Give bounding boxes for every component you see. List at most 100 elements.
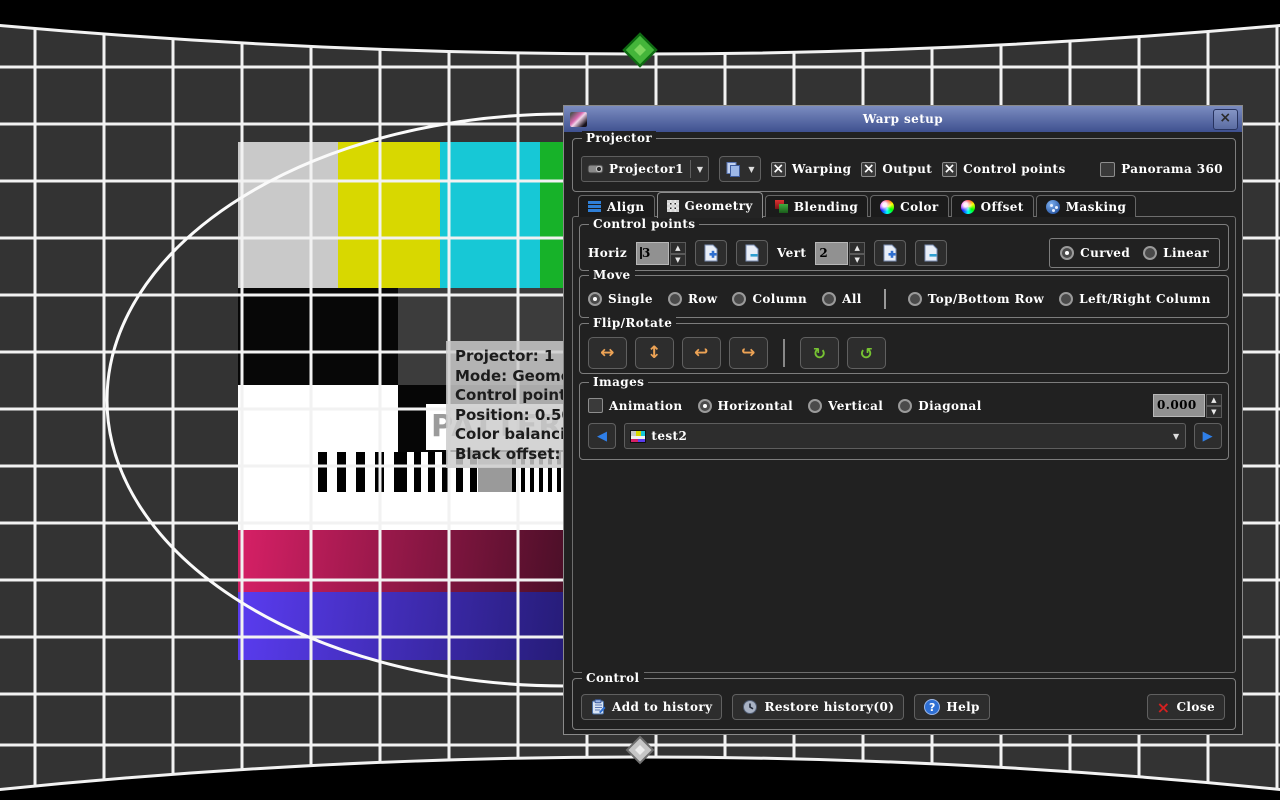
vert-value[interactable]: 2 — [815, 242, 848, 265]
horiz-spinner[interactable]: 3 ▲ ▼ — [636, 242, 686, 265]
rotate-right-button[interactable]: ↪ — [729, 337, 768, 369]
osd-line: Position: 0.500 — [455, 406, 572, 426]
add-to-history-icon — [591, 699, 606, 716]
add-page-icon — [703, 244, 719, 262]
previous-image-button[interactable]: ◀ — [588, 423, 616, 449]
move-left-right-column-radio[interactable]: Left/Right Column — [1059, 292, 1211, 306]
previous-icon: ◀ — [597, 429, 607, 444]
close-icon: × — [1157, 698, 1171, 717]
tab-geometry[interactable]: Geometry — [657, 192, 763, 218]
title-bar[interactable]: Warp setup × — [564, 106, 1242, 132]
control-points-checkbox[interactable]: × Control points — [942, 162, 1065, 177]
linear-radio[interactable]: Linear — [1143, 246, 1209, 260]
offset-wheel-icon — [961, 200, 975, 214]
close-label: Close — [1176, 700, 1215, 714]
tab-blending[interactable]: Blending — [765, 195, 868, 217]
divider — [884, 289, 886, 309]
tab-color[interactable]: Color — [870, 195, 948, 217]
flip-vertical-icon: ↕ — [647, 343, 662, 363]
help-label: Help — [946, 700, 980, 714]
animation-speed-spinner[interactable]: 0.000 ▲ ▼ — [1153, 394, 1222, 417]
move-top-bottom-row-radio[interactable]: Top/Bottom Row — [908, 292, 1044, 306]
rotate-cw-icon: ↻ — [813, 344, 827, 363]
tab-masking[interactable]: Masking — [1036, 195, 1137, 217]
warping-label: Warping — [792, 162, 851, 176]
linear-label: Linear — [1163, 246, 1209, 260]
help-button[interactable]: ? Help — [914, 694, 990, 720]
tab-label: Geometry — [685, 199, 753, 213]
add-horiz-points-button[interactable] — [695, 240, 727, 266]
move-all-radio[interactable]: All — [822, 292, 862, 306]
vert-spinner[interactable]: 2 ▲ ▼ — [815, 242, 865, 265]
add-vert-points-button[interactable] — [874, 240, 906, 266]
color-wheel-icon — [880, 200, 894, 214]
spin-down-icon[interactable]: ▼ — [849, 254, 865, 266]
tab-bar: Align Geometry Blending Color Offset Mas… — [578, 192, 1136, 217]
vertical-radio[interactable]: Vertical — [808, 399, 883, 413]
horiz-label: Horiz — [588, 246, 627, 260]
flip-horizontal-button[interactable]: ↔ — [588, 337, 627, 369]
window-close-button[interactable]: × — [1213, 109, 1238, 130]
projector-icon — [587, 162, 604, 176]
checkbox-icon: × — [771, 162, 786, 177]
animation-speed-value[interactable]: 0.000 — [1153, 394, 1205, 417]
tab-label: Align — [607, 200, 645, 214]
radio-icon — [732, 292, 746, 306]
tab-label: Blending — [794, 200, 858, 214]
restore-history-button[interactable]: Restore history(0) — [732, 694, 904, 720]
help-icon: ? — [924, 699, 940, 715]
spin-up-icon[interactable]: ▲ — [670, 242, 686, 254]
diagonal-radio[interactable]: Diagonal — [898, 399, 981, 413]
spin-down-icon[interactable]: ▼ — [670, 254, 686, 266]
vertical-label: Vertical — [828, 399, 883, 413]
tab-label: Offset — [981, 200, 1024, 214]
copy-icon — [725, 161, 742, 178]
horiz-value[interactable]: 3 — [636, 242, 669, 265]
remove-vert-points-button[interactable] — [915, 240, 947, 266]
rotate-left-button[interactable]: ↩ — [682, 337, 721, 369]
tab-offset[interactable]: Offset — [951, 195, 1034, 217]
flip-horizontal-icon: ↔ — [600, 343, 615, 363]
output-checkbox[interactable]: × Output — [861, 162, 932, 177]
add-to-history-button[interactable]: Add to history — [581, 694, 722, 720]
move-column-radio[interactable]: Column — [732, 292, 807, 306]
projector-select[interactable]: Projector1 ▼ — [581, 156, 709, 182]
checkbox-icon — [588, 398, 603, 413]
images-group-label: Images — [589, 375, 648, 389]
osd-info-overlay: Projector: 1 Mode: Geome Control point: … — [446, 341, 572, 468]
spinner-arrows: ▲ ▼ — [1206, 394, 1222, 417]
rotate-ccw-icon: ↺ — [860, 344, 874, 363]
image-thumbnail-icon — [630, 430, 646, 443]
control-points-label: Control points — [963, 162, 1065, 176]
animation-checkbox[interactable]: Animation — [588, 398, 683, 413]
panorama-360-checkbox[interactable]: Panorama 360 — [1100, 162, 1223, 177]
chevron-down-icon: ▼ — [697, 165, 704, 174]
remove-horiz-points-button[interactable] — [736, 240, 768, 266]
image-select[interactable]: test2 ▼ — [624, 423, 1185, 449]
spin-down-icon[interactable]: ▼ — [1206, 406, 1222, 418]
spin-up-icon[interactable]: ▲ — [849, 242, 865, 254]
next-icon: ▶ — [1203, 429, 1213, 444]
tab-align[interactable]: Align — [578, 195, 655, 217]
blending-icon — [775, 200, 788, 213]
warping-checkbox[interactable]: × Warping — [771, 162, 851, 177]
copy-settings-button[interactable]: ▼ — [719, 156, 761, 182]
move-single-radio[interactable]: Single — [588, 292, 653, 306]
horizontal-label: Horizontal — [718, 399, 794, 413]
close-button[interactable]: × Close — [1147, 694, 1225, 720]
spin-up-icon[interactable]: ▲ — [1206, 394, 1222, 406]
combo-separator — [690, 160, 691, 178]
control-points-group-label: Control points — [589, 217, 699, 231]
move-group: Move Single Row Column — [579, 275, 1229, 318]
next-image-button[interactable]: ▶ — [1194, 423, 1222, 449]
move-row-radio[interactable]: Row — [668, 292, 718, 306]
flip-vertical-button[interactable]: ↕ — [635, 337, 674, 369]
spinner-arrows: ▲ ▼ — [670, 242, 686, 265]
single-label: Single — [608, 292, 653, 306]
rotate-cw-button[interactable]: ↻ — [800, 337, 839, 369]
horizontal-radio[interactable]: Horizontal — [698, 399, 794, 413]
tab-label: Masking — [1066, 200, 1127, 214]
curved-radio[interactable]: Curved — [1060, 246, 1130, 260]
add-page-icon — [882, 244, 898, 262]
rotate-ccw-button[interactable]: ↺ — [847, 337, 886, 369]
